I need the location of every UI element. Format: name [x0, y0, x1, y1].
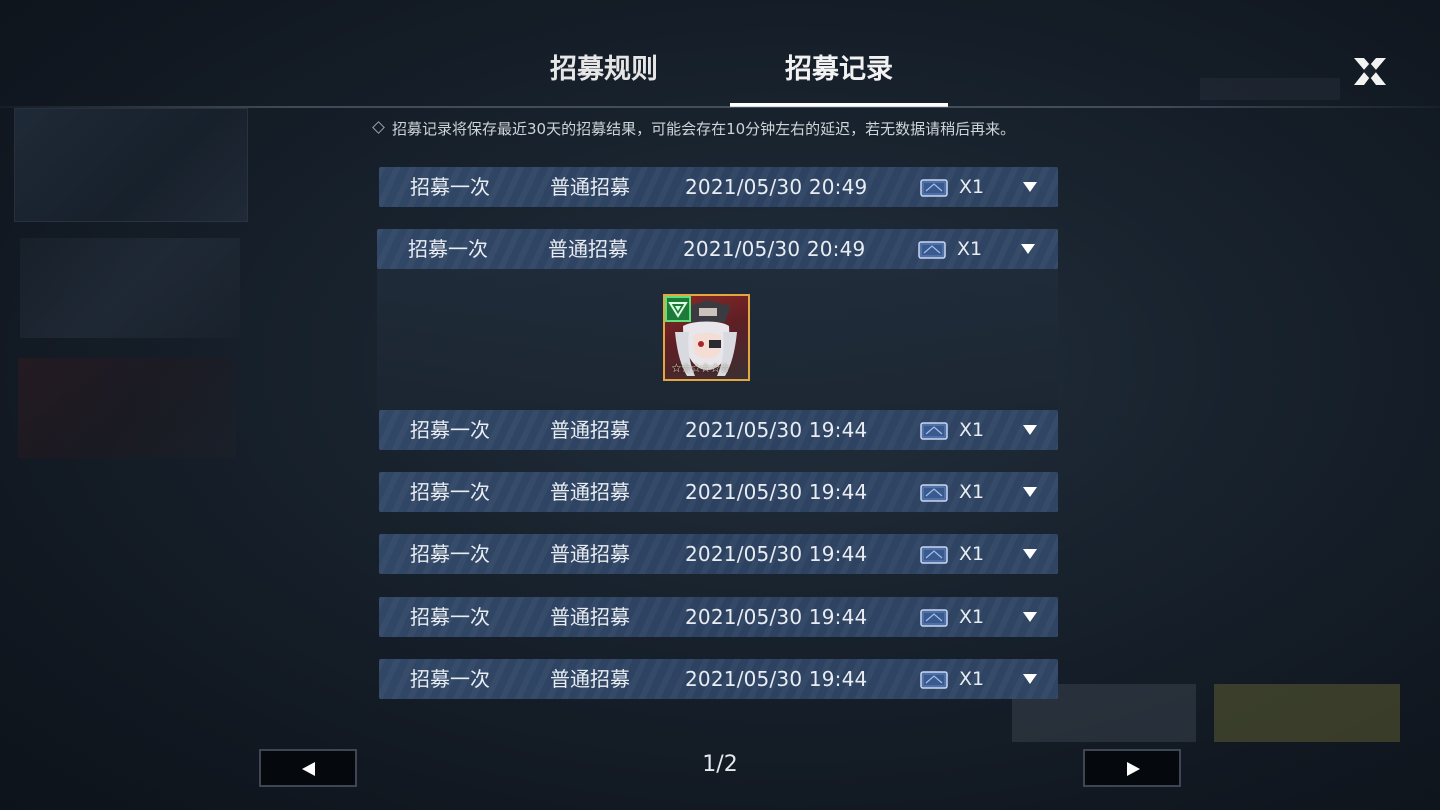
record-time: 2021/05/30 19:44 [685, 667, 868, 691]
record-count: X1 [959, 481, 985, 503]
record-type: 招募一次 [410, 418, 490, 442]
background-panel [1214, 684, 1400, 742]
tab-recruit-rules[interactable]: 招募规则 [520, 48, 688, 106]
record-type: 招募一次 [410, 480, 490, 504]
rarity-badge-icon [665, 296, 691, 322]
chevron-down-icon[interactable] [1022, 672, 1038, 686]
record-time: 2021/05/30 19:44 [685, 418, 868, 442]
recruit-ticket-icon [918, 241, 946, 259]
record-time: 2021/05/30 19:44 [685, 605, 868, 629]
record-row[interactable]: 招募一次 普通招募 2021/05/30 19:44 X1 [379, 597, 1058, 637]
record-count: X1 [959, 606, 985, 628]
record-type: 招募一次 [410, 542, 490, 566]
recruit-ticket-icon [920, 671, 948, 689]
record-count: X1 [959, 543, 985, 565]
record-time: 2021/05/30 20:49 [683, 237, 866, 261]
background-panel [1200, 78, 1340, 100]
recruit-ticket-icon [920, 179, 948, 197]
prev-page-button[interactable] [259, 749, 357, 787]
star-rating: ☆☆☆☆☆☆ [671, 361, 731, 375]
character-portrait-card[interactable]: ☆☆☆☆☆☆ [663, 294, 750, 381]
tab-recruit-records[interactable]: 招募记录 [730, 48, 948, 106]
record-pool: 普通招募 [548, 237, 628, 261]
chevron-down-icon[interactable] [1022, 423, 1038, 437]
record-type: 招募一次 [410, 175, 490, 199]
record-row[interactable]: 招募一次 普通招募 2021/05/30 19:44 X1 [379, 659, 1058, 699]
record-row[interactable]: 招募一次 普通招募 2021/05/30 19:44 X1 [379, 472, 1058, 512]
record-type: 招募一次 [410, 605, 490, 629]
record-pool: 普通招募 [550, 175, 630, 199]
record-type: 招募一次 [408, 237, 488, 261]
record-count: X1 [959, 176, 985, 198]
chevron-down-icon[interactable] [1022, 547, 1038, 561]
record-pool: 普通招募 [550, 418, 630, 442]
notice-text: 招募记录将保存最近30天的招募结果，可能会存在10分钟左右的延迟，若无数据请稍后… [392, 120, 1016, 138]
recruit-ticket-icon [920, 609, 948, 627]
next-page-button[interactable] [1083, 749, 1181, 787]
chevron-down-icon[interactable] [1022, 610, 1038, 624]
record-type: 招募一次 [410, 667, 490, 691]
background-panel [20, 238, 240, 338]
record-time: 2021/05/30 20:49 [685, 175, 868, 199]
record-pool: 普通招募 [550, 542, 630, 566]
record-count: X1 [957, 238, 983, 260]
record-pool: 普通招募 [550, 480, 630, 504]
chevron-down-icon[interactable] [1020, 242, 1036, 256]
background-panel [18, 358, 236, 458]
record-row[interactable]: 招募一次 普通招募 2021/05/30 20:49 X1 [377, 229, 1058, 269]
arrow-left-icon [302, 762, 315, 776]
header-divider [0, 106, 1440, 108]
record-count: X1 [959, 419, 985, 441]
record-row[interactable]: 招募一次 普通招募 2021/05/30 19:44 X1 [379, 534, 1058, 574]
record-time: 2021/05/30 19:44 [685, 542, 868, 566]
arrow-right-icon [1127, 762, 1140, 776]
background-panel [14, 108, 248, 222]
recruit-ticket-icon [920, 484, 948, 502]
record-pool: 普通招募 [550, 605, 630, 629]
chevron-down-icon[interactable] [1022, 485, 1038, 499]
close-button[interactable] [1350, 52, 1390, 92]
record-row[interactable]: 招募一次 普通招募 2021/05/30 19:44 X1 [379, 410, 1058, 450]
recruit-ticket-icon [920, 422, 948, 440]
notice-text-block: 招募记录将保存最近30天的招募结果，可能会存在10分钟左右的延迟，若无数据请稍后… [372, 119, 1074, 139]
v-emblem-icon [668, 302, 688, 318]
record-pool: 普通招募 [550, 667, 630, 691]
close-icon [1354, 58, 1386, 85]
page-indicator: 1/2 [702, 752, 738, 777]
record-time: 2021/05/30 19:44 [685, 480, 868, 504]
record-row[interactable]: 招募一次 普通招募 2021/05/30 20:49 X1 [379, 167, 1058, 207]
chevron-down-icon[interactable] [1022, 180, 1038, 194]
diamond-bullet-icon [372, 121, 385, 134]
record-count: X1 [959, 668, 985, 690]
recruit-ticket-icon [920, 546, 948, 564]
